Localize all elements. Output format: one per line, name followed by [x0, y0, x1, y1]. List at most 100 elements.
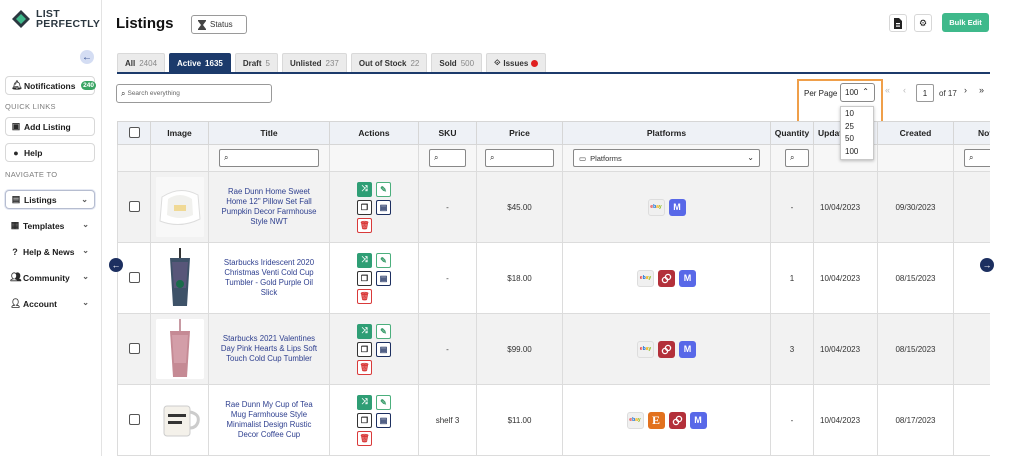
sidebar-item-community[interactable]: 👥︎ Community ⌄ — [5, 268, 95, 287]
column-header-actions[interactable]: Actions — [329, 121, 419, 145]
logo[interactable]: LIST PERFECTLY — [11, 9, 100, 29]
platforms-filter-select[interactable]: ▭ Platforms ⌄ — [573, 149, 760, 167]
column-header-created[interactable]: Created — [877, 121, 954, 145]
page-number-input[interactable]: 1 — [916, 84, 934, 102]
notes-filter-input[interactable]: ⌕ — [964, 149, 990, 167]
trash-icon[interactable]: 🗑︎ — [357, 359, 372, 375]
collapse-sidebar-arrow-icon[interactable]: ← — [80, 50, 94, 64]
tab-active[interactable]: Active 1635 — [169, 53, 231, 72]
search-everything-input[interactable]: ⌕ Search everything — [116, 84, 272, 103]
sidebar-item-templates[interactable]: ▦ Templates ⌄ — [5, 216, 95, 235]
sku-cell: - — [418, 242, 477, 314]
tab-unlisted[interactable]: Unlisted 237 — [281, 53, 347, 72]
title-cell[interactable]: Rae Dunn Home Sweet Home 12" Pillow Set … — [208, 171, 330, 243]
ebay-icon[interactable]: ebay — [647, 198, 665, 216]
per-page-select[interactable]: 100 ⌃ — [840, 83, 875, 102]
scroll-right-arrow-icon[interactable]: → — [980, 258, 994, 272]
title-cell[interactable]: Starbucks 2021 Valentines Day Pink Heart… — [208, 313, 330, 385]
edit-pencil-icon[interactable]: ✎ — [376, 181, 391, 197]
row-checkbox[interactable] — [128, 413, 140, 425]
title-cell[interactable]: Rae Dunn My Cup of Tea Mug Farmhouse Sty… — [208, 384, 330, 456]
mercari-icon[interactable]: M — [679, 269, 696, 287]
listing-thumbnail[interactable] — [155, 390, 204, 450]
notifications-button[interactable]: 🔔︎ Notifications 240 — [5, 76, 96, 95]
export-file-icon[interactable] — [889, 14, 907, 32]
copy-icon[interactable]: ❐ — [357, 270, 372, 286]
edit-pencil-icon[interactable]: ✎ — [376, 252, 391, 268]
column-header-platforms[interactable]: Platforms — [562, 121, 771, 145]
tab-draft[interactable]: Draft 5 — [234, 53, 278, 72]
crosspost-shuffle-icon[interactable]: ⤨ — [357, 181, 372, 197]
crosspost-shuffle-icon[interactable]: ⤨ — [357, 394, 372, 410]
ebay-icon[interactable]: ebay — [637, 340, 654, 358]
ebay-icon[interactable]: ebay — [637, 269, 654, 287]
row-checkbox[interactable] — [128, 271, 140, 283]
tab-issues[interactable]: ⟐ Issues — [486, 53, 547, 72]
trash-icon[interactable]: 🗑︎ — [357, 288, 372, 304]
row-checkbox[interactable] — [128, 342, 140, 354]
status-button[interactable]: Status — [191, 15, 247, 34]
document-icon[interactable]: ▤ — [376, 270, 391, 286]
quantity-filter-input[interactable]: ⌕ — [785, 149, 809, 167]
help-button[interactable]: ● Help — [5, 143, 95, 162]
column-header-notes[interactable]: Not — [953, 121, 990, 145]
mercari-icon[interactable]: M — [679, 340, 696, 358]
created-cell: 08/17/2023 — [877, 384, 954, 456]
per-page-option-50[interactable]: 50 — [841, 132, 873, 145]
poshmark-icon[interactable] — [658, 269, 675, 287]
select-all-checkbox[interactable] — [128, 126, 140, 138]
trash-icon[interactable]: 🗑︎ — [357, 430, 372, 446]
poshmark-icon[interactable] — [668, 411, 686, 429]
trash-icon[interactable]: 🗑︎ — [357, 217, 372, 233]
first-page-button[interactable]: « — [885, 85, 890, 95]
mercari-icon[interactable]: M — [689, 411, 707, 429]
column-header-image[interactable]: Image — [150, 121, 209, 145]
updated-cell: 10/04/2023 — [813, 313, 878, 385]
per-page-option-10[interactable]: 10 — [841, 107, 873, 120]
tab-out-of-stock[interactable]: Out of Stock 22 — [350, 53, 428, 72]
ebay-icon[interactable]: ebay — [626, 411, 644, 429]
crosspost-shuffle-icon[interactable]: ⤨ — [357, 252, 372, 268]
document-icon[interactable]: ▤ — [376, 341, 391, 357]
column-header-sku[interactable]: SKU — [418, 121, 477, 145]
edit-pencil-icon[interactable]: ✎ — [376, 394, 391, 410]
mercari-icon[interactable]: M — [668, 198, 686, 216]
copy-icon[interactable]: ❐ — [357, 341, 372, 357]
listing-thumbnail[interactable] — [155, 177, 204, 237]
listing-thumbnail[interactable] — [155, 319, 204, 379]
sidebar-item-account[interactable]: 👤︎ Account ⌄ — [5, 294, 95, 313]
crosspost-shuffle-icon[interactable]: ⤨ — [357, 323, 372, 339]
prev-page-button[interactable]: ‹ — [903, 85, 906, 95]
per-page-option-25[interactable]: 25 — [841, 120, 873, 133]
tab-all[interactable]: All 2404 — [117, 53, 166, 72]
bulk-edit-button[interactable]: Bulk Edit — [942, 13, 989, 32]
row-checkbox[interactable] — [128, 200, 140, 212]
last-page-button[interactable]: » — [979, 85, 984, 95]
add-listing-button[interactable]: ▣ Add Listing — [5, 117, 95, 136]
poshmark-icon[interactable] — [658, 340, 675, 358]
gear-icon[interactable]: ⚙ — [914, 14, 932, 32]
listings-table: Image Title Actions SKU Price Platforms … — [117, 121, 990, 456]
sidebar-item-help-news[interactable]: ? Help & News ⌄ — [5, 242, 95, 261]
select-all-header — [117, 121, 151, 145]
document-icon[interactable]: ▤ — [376, 412, 391, 428]
document-icon[interactable]: ▤ — [376, 199, 391, 215]
copy-icon[interactable]: ❐ — [357, 199, 372, 215]
title-filter-input[interactable]: ⌕ — [219, 149, 319, 167]
column-header-quantity[interactable]: Quantity — [770, 121, 814, 145]
price-filter-input[interactable]: ⌕ — [485, 149, 554, 167]
edit-pencil-icon[interactable]: ✎ — [376, 323, 391, 339]
column-header-title[interactable]: Title — [208, 121, 330, 145]
scroll-left-arrow-icon[interactable]: ← — [109, 258, 123, 272]
sidebar-item-listings[interactable]: ▤ Listings ⌄ — [5, 190, 95, 209]
filter-cell — [117, 144, 151, 172]
next-page-button[interactable]: › — [964, 85, 967, 95]
listing-thumbnail[interactable] — [155, 248, 204, 308]
tab-sold[interactable]: Sold 500 — [431, 53, 483, 72]
title-cell[interactable]: Starbucks Iridescent 2020 Christmas Vent… — [208, 242, 330, 314]
copy-icon[interactable]: ❐ — [357, 412, 372, 428]
per-page-option-100[interactable]: 100 — [841, 145, 873, 158]
column-header-price[interactable]: Price — [476, 121, 563, 145]
sku-filter-input[interactable]: ⌕ — [429, 149, 466, 167]
etsy-icon[interactable]: E — [647, 411, 665, 429]
